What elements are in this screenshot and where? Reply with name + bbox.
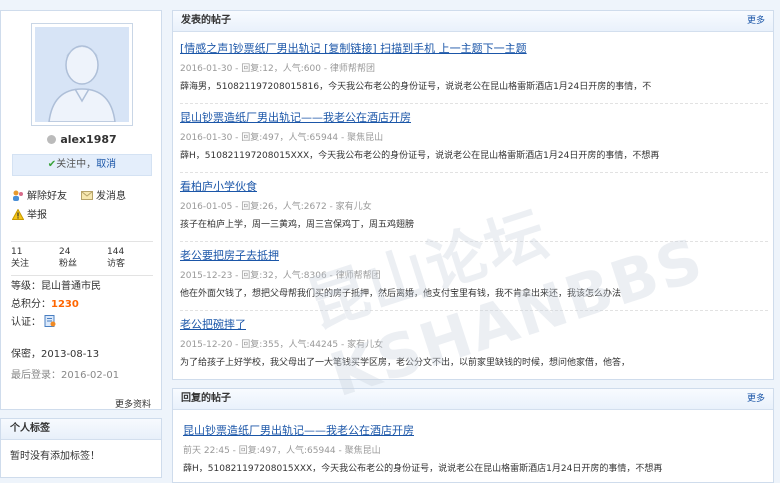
- message-label: 发消息: [96, 191, 126, 202]
- report-button[interactable]: 举报: [11, 206, 47, 221]
- user-icon: [47, 135, 57, 144]
- posts-title: 发表的帖子: [181, 15, 231, 26]
- replies-title: 回复的帖子: [181, 393, 231, 404]
- post-item: 老公把碗摔了 2015-12-20 - 回复:355，人气:44245 - 家有…: [180, 316, 630, 368]
- unfriend-icon: [12, 190, 24, 201]
- stat-value: 11: [11, 247, 23, 257]
- points-line: 总积分：1230: [11, 295, 79, 310]
- posts-header: 发表的帖子 更多: [173, 11, 773, 32]
- message-icon: [81, 190, 93, 201]
- post-item: [情感之声]钞票纸厂男出轨记 [复制链接] 扫描到手机 上一主题下一主题 201…: [180, 40, 651, 92]
- follow-status-text: 关注中，: [56, 159, 97, 170]
- stat-value: 24: [59, 247, 71, 257]
- post-snippet: 薛H，510821197208015XXX，今天我公布老公的身份证号，说说老公在…: [180, 151, 660, 161]
- post-meta: 2016-01-30 - 回复:12，人气:600 - 律师帮帮团: [180, 64, 375, 74]
- level-line: 等级：昆山普通市民: [11, 277, 101, 292]
- stat-label: 访客: [107, 259, 126, 269]
- level-label: 等级：: [11, 281, 41, 292]
- warning-icon: [11, 208, 25, 220]
- points-label: 总积分：: [11, 299, 51, 310]
- post-snippet: 孩子在柏庐上学，周一三黄鸡，周三宫保鸡丁，周五鸡翅膀: [180, 220, 415, 230]
- post-divider: [180, 103, 768, 104]
- profile-card: alex1987 ✔关注中，取消 解除好友 发消息 举报 11 关注 24 粉丝 1…: [0, 10, 162, 410]
- verify-badge-icon[interactable]: [44, 315, 56, 330]
- post-divider: [180, 310, 768, 311]
- stat-fans[interactable]: 24 粉丝: [59, 246, 77, 270]
- post-title-link[interactable]: 老公要把房子去抵押: [180, 247, 621, 263]
- avatar-image: [35, 27, 129, 122]
- avatar[interactable]: [31, 23, 133, 126]
- post-title-link[interactable]: 昆山钞票造纸厂男出轨记——我老公在酒店开房: [180, 109, 659, 125]
- user-stats: 11 关注 24 粉丝 144 访客: [11, 241, 153, 276]
- posts-panel: 发表的帖子 更多 [情感之声]钞票纸厂男出轨记 [复制链接] 扫描到手机 上一主…: [172, 10, 774, 380]
- follow-status-bar: ✔关注中，取消: [12, 154, 152, 176]
- reply-snippet: 薛H，510821197208015XXX，今天我公布老公的身份证号，说说老公在…: [183, 464, 663, 474]
- check-icon: ✔: [47, 159, 57, 170]
- username-text: alex1987: [60, 133, 117, 146]
- post-snippet: 薛海男，510821197208015816，今天我公布老公的身份证号，说说老公…: [180, 82, 652, 92]
- post-title-link[interactable]: 老公把碗摔了: [180, 316, 630, 332]
- stat-label: 关注: [11, 259, 30, 269]
- level-value: 昆山普通市民: [41, 281, 101, 292]
- stat-visitors[interactable]: 144 访客: [107, 246, 125, 270]
- post-item: 昆山钞票造纸厂男出轨记——我老公在酒店开房 2016-01-30 - 回复:49…: [180, 109, 659, 161]
- cancel-follow-link[interactable]: 取消: [96, 159, 116, 170]
- stat-following[interactable]: 11 关注: [11, 246, 29, 270]
- reply-meta: 前天 22:45 - 回复:497，人气:65944 - 聚焦昆山: [183, 446, 381, 456]
- post-meta: 2016-01-05 - 回复:26，人气:2672 - 家有儿女: [180, 202, 372, 212]
- birthday-line: 保密，2013-08-13: [11, 349, 100, 360]
- reply-title-link[interactable]: 昆山钞票造纸厂男出轨记——我老公在酒店开房: [183, 422, 662, 438]
- post-divider: [180, 241, 768, 242]
- send-message-button[interactable]: 发消息: [81, 187, 126, 202]
- posts-more-link[interactable]: 更多: [747, 11, 765, 31]
- replies-more-link[interactable]: 更多: [747, 389, 765, 409]
- username: alex1987: [1, 133, 163, 146]
- post-meta: 2015-12-23 - 回复:32，人气:8306 - 律师帮帮团: [180, 271, 381, 281]
- post-title-link[interactable]: [情感之声]钞票纸厂男出轨记 [复制链接] 扫描到手机 上一主题下一主题: [180, 40, 651, 56]
- tags-panel: 个人标签 暂时没有添加标签！: [0, 418, 162, 478]
- post-title-link[interactable]: 看柏庐小学伙食: [180, 178, 414, 194]
- more-info-link[interactable]: 更多资料: [115, 397, 151, 410]
- post-snippet: 他在外面欠钱了，想把父母帮我们买的房子抵押，然后离婚，他支付宝里有钱，我不肯拿出…: [180, 289, 622, 299]
- replies-panel: 回复的帖子 更多 昆山钞票造纸厂男出轨记——我老公在酒店开房 前天 22:45 …: [172, 388, 774, 483]
- last-login-line: 最后登录：2016-02-01: [11, 370, 120, 381]
- post-meta: 2015-12-20 - 回复:355，人气:44245 - 家有儿女: [180, 340, 384, 350]
- verify-label: 认证：: [11, 317, 41, 328]
- post-meta: 2016-01-30 - 回复:497，人气:65944 - 聚焦昆山: [180, 133, 384, 143]
- unfriend-button[interactable]: 解除好友: [12, 187, 67, 202]
- post-snippet: 为了给孩子上好学校，我父母出了一大笔钱买学区房，老公分文不出，以前家里缺钱的时候…: [180, 358, 631, 368]
- tags-empty-text: 暂时没有添加标签！: [10, 451, 100, 462]
- report-label: 举报: [27, 210, 47, 221]
- post-item: 老公要把房子去抵押 2015-12-23 - 回复:32，人气:8306 - 律…: [180, 247, 621, 299]
- post-divider: [180, 172, 768, 173]
- unfriend-label: 解除好友: [27, 191, 67, 202]
- stat-label: 粉丝: [59, 259, 78, 269]
- verify-line: 认证：: [11, 313, 56, 330]
- stat-value: 144: [107, 247, 125, 257]
- points-value: 1230: [51, 299, 79, 310]
- tags-title: 个人标签: [1, 419, 161, 440]
- replies-header: 回复的帖子 更多: [173, 389, 773, 410]
- reply-item: 昆山钞票造纸厂男出轨记——我老公在酒店开房 前天 22:45 - 回复:497，…: [183, 422, 662, 474]
- post-item: 看柏庐小学伙食 2016-01-05 - 回复:26，人气:2672 - 家有儿…: [180, 178, 414, 230]
